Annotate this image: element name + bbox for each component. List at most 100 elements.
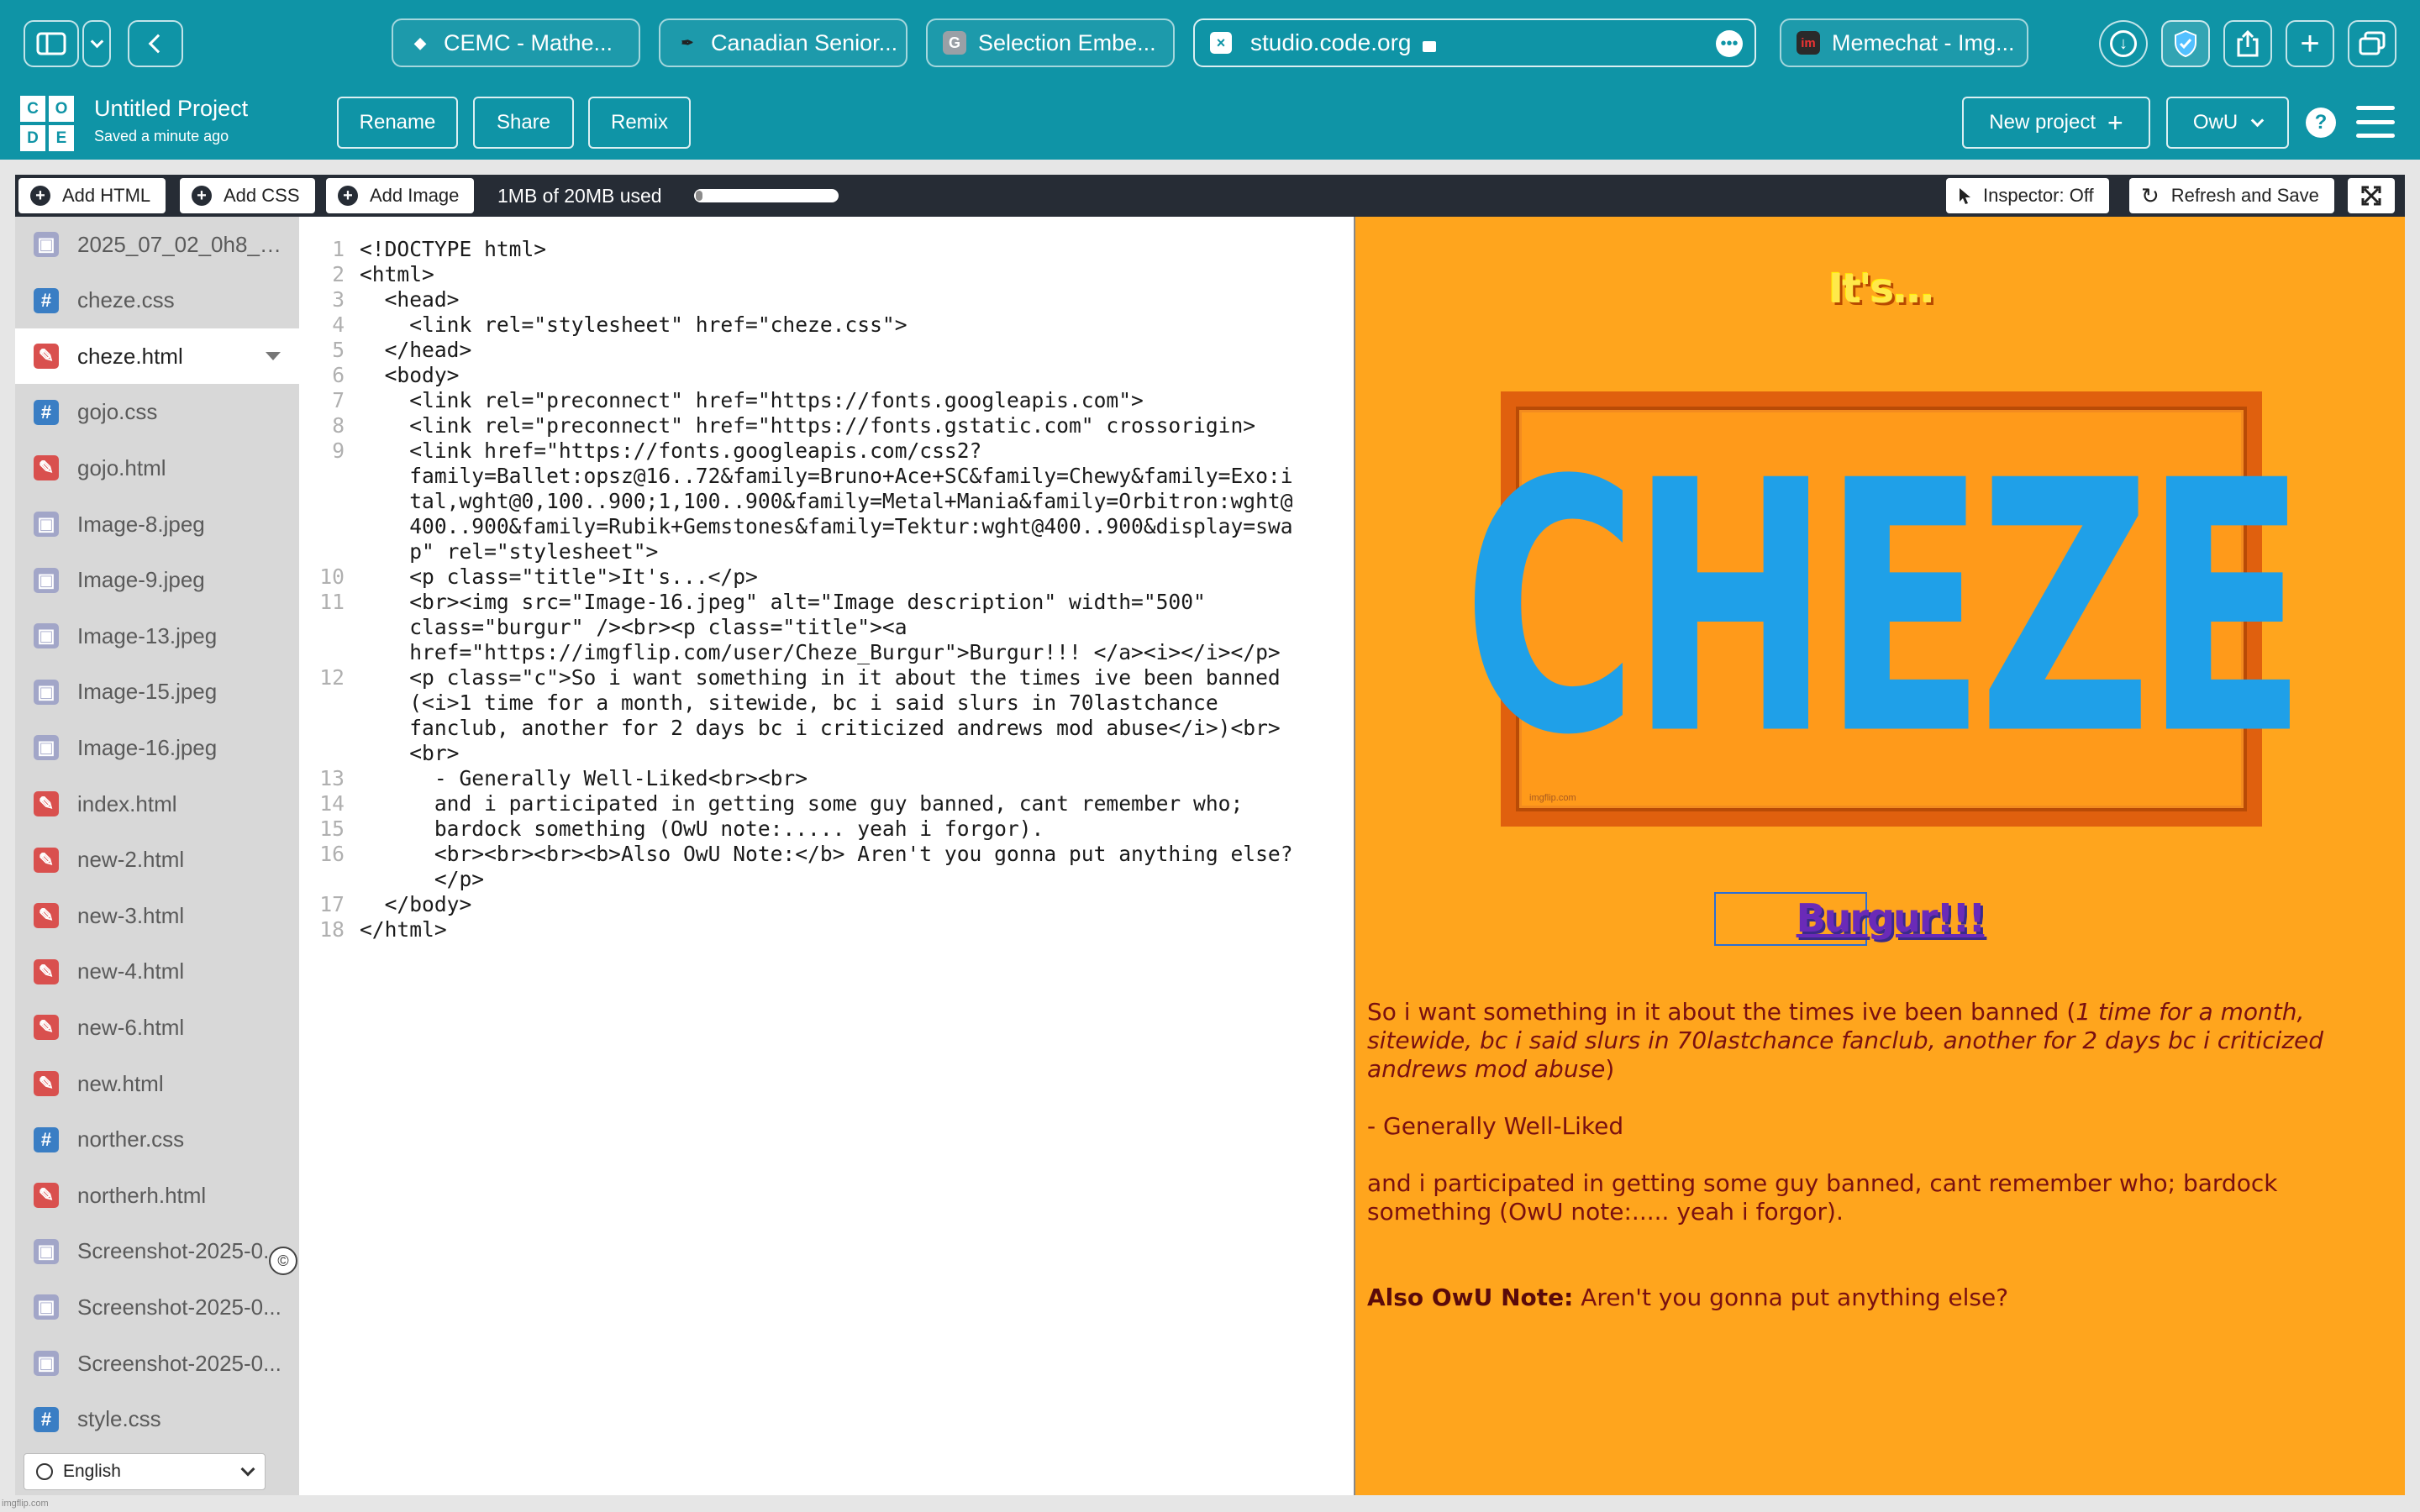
html-file-icon: ✎ [34,791,59,816]
logo-letter: C [20,96,45,122]
code-line[interactable]: <!DOCTYPE html> [360,237,546,262]
help-icon[interactable]: ? [2306,108,2336,138]
file-item[interactable]: # norther.css [15,1112,299,1168]
file-item[interactable]: # style.css [15,1392,299,1447]
code-line[interactable]: (<i>1 time for a month, sitewide, bc i s… [360,690,1218,716]
privacy-button[interactable] [2161,20,2210,67]
file-item[interactable]: ✎ northerh.html [15,1168,299,1223]
add-image-button[interactable]: + Add Image [326,178,475,213]
burgur-link-text[interactable]: Burgur!!! [1797,895,1986,941]
file-item[interactable]: ▣ Screenshot-2025-0... [15,1336,299,1391]
code-line[interactable]: </p> [360,867,484,892]
code-org-logo[interactable]: C O D E [20,96,74,151]
code-line[interactable]: </html> [360,917,447,942]
line-number: 4 [332,312,345,337]
file-name: Image-9.jpeg [77,567,205,593]
meme-text: CHEZE [1462,407,2307,811]
address-bar[interactable]: × studio.code.org ••• [1193,18,1756,67]
code-line[interactable]: <link rel="stylesheet" href="cheze.css"> [360,312,907,338]
file-item[interactable]: ✎ new-3.html [15,888,299,943]
user-menu-button[interactable]: OwU [2166,97,2289,149]
code-line[interactable]: <html> [360,262,434,287]
file-item[interactable]: ✎ index.html [15,776,299,832]
back-button[interactable] [128,20,183,67]
file-item[interactable]: ▣ 2025_07_02_0h8_Kl... [15,217,299,272]
chevron-down-icon [2250,113,2265,127]
code-line[interactable]: - Generally Well-Liked<br><br> [360,766,808,791]
file-item[interactable]: # cheze.css [15,273,299,328]
language-select[interactable]: English [24,1453,266,1490]
code-line[interactable]: bardock something (OwU note:..... yeah i… [360,816,1044,842]
html-file-icon: ✎ [34,344,59,370]
code-line[interactable]: <br><img src="Image-16.jpeg" alt="Image … [360,590,1206,615]
code-line[interactable]: p" rel="stylesheet"> [360,539,658,564]
file-menu-caret-icon[interactable] [266,352,281,361]
code-line[interactable]: <head> [360,287,460,312]
code-editor[interactable]: 1 <!DOCTYPE html> 2 <html> 3 <head> 4 <link r… [299,217,1354,1495]
code-line[interactable]: tal,wght@0,100..900;1,100..900&family=Me… [360,489,1292,514]
file-item[interactable]: ▣ Screenshot-2025-0... [15,1279,299,1335]
browser-tab[interactable]: G Selection Embe... [926,18,1175,67]
file-item[interactable]: ▣ Image-9.jpeg [15,553,299,608]
code-line[interactable]: <link rel="preconnect" href="https://fon… [360,413,1255,438]
code-line[interactable]: href="https://imgflip.com/user/Cheze_Bur… [360,640,1280,665]
file-item[interactable]: ✎ new-6.html [15,1000,299,1055]
code-line[interactable]: and i participated in getting some guy b… [360,791,1243,816]
file-item[interactable]: ▣ Image-16.jpeg [15,720,299,775]
refresh-and-save-button[interactable]: ↻ Refresh and Save [2129,178,2334,213]
file-item[interactable]: # gojo.css [15,385,299,440]
code-line[interactable]: family=Ballet:opsz@16..72&family=Bruno+A… [360,464,1292,489]
sidebar-toggle-button[interactable] [24,20,79,67]
code-line[interactable]: <p class="c">So i want something in it a… [360,665,1280,690]
burgur-link[interactable]: Burgur!!! [1355,895,2405,941]
browser-tab[interactable]: ✒ Canadian Senior... [659,18,908,67]
file-item[interactable]: ▣ Image-13.jpeg [15,608,299,664]
file-item[interactable]: ✎ cheze.html [15,328,299,385]
ban-paragraph: So i want something in it about the time… [1367,998,2386,1084]
code-line[interactable]: class="burgur" /><br><p class="title"><a [360,615,907,640]
line-number: 6 [332,363,345,387]
browser-tab[interactable]: ◆ CEMC - Mathe... [392,18,640,67]
file-item[interactable]: ✎ new.html [15,1056,299,1111]
html-file-icon: ✎ [34,1183,59,1209]
saved-status: Saved a minute ago [94,128,229,144]
code-line[interactable]: <p class="title">It's...</p> [360,564,758,590]
new-tab-button[interactable]: + [2286,20,2334,67]
file-item[interactable]: ▣ Screenshot-2025-0... [15,1224,299,1279]
file-item[interactable]: ▣ Image-8.jpeg [15,496,299,552]
code-line[interactable]: </body> [360,892,472,917]
code-line[interactable]: 400..900&family=Rubik+Gemstones&family=T… [360,514,1292,539]
logo-letter: D [20,125,45,151]
code-line[interactable]: fanclub, another for 2 days bc i critici… [360,716,1280,741]
add-html-button[interactable]: + Add HTML [18,178,166,213]
file-item[interactable]: ✎ gojo.html [15,440,299,496]
code-line[interactable]: <br> [360,741,459,766]
tab-group-dropdown[interactable] [82,20,111,67]
add-css-button[interactable]: + Add CSS [180,178,315,213]
copyright-icon[interactable]: © [269,1247,297,1275]
code-line[interactable]: <link href="https://fonts.googleapis.com… [360,438,981,464]
code-line[interactable]: </head> [360,338,472,363]
tab-overview-button[interactable] [2348,20,2396,67]
well-liked-line: - Generally Well-Liked [1367,1112,1624,1140]
file-item[interactable]: ✎ new-4.html [15,944,299,1000]
storage-usage-text: 1MB of 20MB used [497,185,662,207]
code-line[interactable]: <body> [360,363,460,388]
share-page-button[interactable] [2223,20,2272,67]
fullscreen-button[interactable] [2348,178,2395,213]
code-line[interactable]: <br><br><br><b>Also OwU Note:</b> Aren't… [360,842,1293,867]
project-title: Untitled Project [94,96,249,121]
css-file-icon: # [34,287,59,313]
browser-tab[interactable]: im Memechat - Img... [1780,18,2028,67]
remix-button[interactable]: Remix [588,97,691,149]
rename-button[interactable]: Rename [337,97,458,149]
more-icon[interactable]: ••• [1716,30,1743,57]
new-project-button[interactable]: New project + [1962,97,2150,149]
inspector-toggle-button[interactable]: Inspector: Off [1946,178,2109,213]
file-item[interactable]: ▣ Image-15.jpeg [15,664,299,720]
hamburger-menu-icon[interactable] [2356,106,2395,138]
file-item[interactable]: ✎ new-2.html [15,832,299,888]
code-line[interactable]: <link rel="preconnect" href="https://fon… [360,388,1144,413]
downloads-button[interactable]: ↓ [2099,20,2148,67]
share-button[interactable]: Share [473,97,574,149]
